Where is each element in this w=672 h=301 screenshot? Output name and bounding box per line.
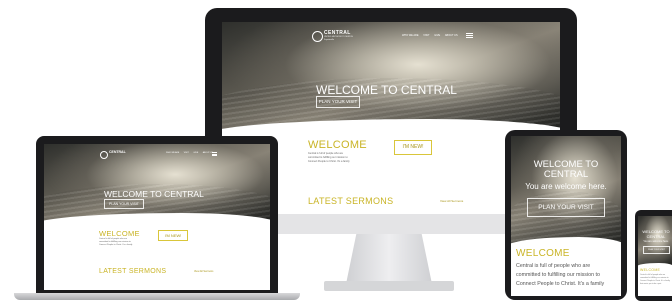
laptop-nav-item-who-we-are[interactable]: WHO WE ARE (166, 152, 179, 154)
welcome-heading: WELCOME (308, 139, 367, 151)
laptop-welcome-text-3: Connect People to Christ. It's a family (99, 244, 133, 246)
laptop-hero-title: WELCOME TO CENTRAL (104, 189, 204, 199)
nav-item-visit[interactable]: VISIT (423, 34, 429, 37)
laptop-logo-icon (100, 151, 108, 159)
desktop-brand-loc: Fayetteville (324, 39, 335, 41)
laptop-brand-name[interactable]: CENTRAL (109, 150, 126, 154)
nav-item-who-we-are[interactable]: WHO WE ARE (402, 34, 419, 37)
phone-hero-subtitle: You are welcome here. (643, 240, 669, 243)
im-new-button[interactable]: I'M NEW! (394, 140, 432, 155)
phone-welcome-text-3: Connect People to Christ. It's a family (640, 280, 670, 282)
phone-welcome-text-2: committed to fulfilling our mission to (640, 277, 669, 279)
laptop-latest-sermons-heading: LATEST SERMONS (99, 268, 167, 275)
desktop-brand-sub: UNITED METHODIST CHURCH (324, 36, 353, 38)
view-all-sermons-link[interactable]: View All Sermons (440, 199, 463, 203)
laptop-welcome-text-2: committed to fulfilling our mission to (99, 241, 131, 243)
laptop-screen: CENTRAL WHO WE ARE VISIT GIVE ABOUT US W… (44, 144, 270, 290)
welcome-text-2: committed to fulfilling our mission to (308, 156, 348, 159)
desktop-logo-icon (312, 31, 323, 42)
laptop-plan-visit-button[interactable]: PLAN YOUR VISIT (104, 199, 144, 209)
tablet-welcome-text-1: Central is full of people who are (516, 263, 591, 269)
desktop-nav: WHO WE ARE VISIT GIVE ABOUT US (398, 34, 458, 37)
latest-sermons-heading: LATEST SERMONS (308, 196, 394, 206)
phone-welcome-text-4: that wants you to be a part. (640, 283, 662, 285)
tablet-welcome-text-3: Connect People to Christ. It's a family (516, 281, 605, 287)
nav-item-about-us[interactable]: ABOUT US (445, 34, 458, 37)
laptop-im-new-button[interactable]: I'M NEW! (158, 230, 188, 241)
tablet-hero-title: WELCOME TO CENTRAL (533, 159, 599, 180)
welcome-text-1: Central is full of people who are (308, 152, 344, 155)
laptop-nav-item-give[interactable]: GIVE (193, 152, 198, 154)
laptop-welcome-heading: WELCOME (99, 229, 140, 238)
laptop-welcome-text-1: Central is full of people who are (99, 238, 128, 240)
phone-welcome-heading: WELCOME (640, 268, 661, 272)
hero-title: WELCOME TO CENTRAL (316, 83, 457, 97)
phone-welcome-text-1: Central is full of people who are (640, 274, 666, 276)
nav-item-give[interactable]: GIVE (434, 34, 440, 37)
tablet-welcome-text-2: committed to fulfilling our mission to (516, 272, 600, 278)
laptop-hero-image (44, 144, 270, 224)
tablet-hero-subtitle: You are welcome here. (525, 182, 607, 191)
tablet-hero-image (511, 136, 621, 246)
phone-hero-title: WELCOME TO CENTRAL (642, 229, 670, 239)
laptop-nav-item-visit[interactable]: VISIT (184, 152, 189, 154)
phone-plan-visit-button[interactable]: PLAN YOUR VISIT (643, 246, 670, 254)
hamburger-menu-icon[interactable] (466, 33, 473, 38)
desktop-hero-image (222, 22, 560, 134)
monitor-stand (346, 234, 432, 284)
monitor-foot (324, 281, 454, 291)
phone-screen: WELCOME TO CENTRAL You are welcome here.… (638, 216, 672, 296)
laptop-nav: WHO WE ARE VISIT GIVE ABOUT US (162, 152, 213, 154)
laptop-hamburger-menu-icon[interactable] (212, 152, 217, 156)
welcome-text-3: Connect People to Christ. It's a family (308, 160, 350, 163)
tablet-screen: WELCOME TO CENTRAL You are welcome here.… (511, 136, 621, 296)
tablet-welcome-heading: WELCOME (516, 248, 570, 259)
plan-visit-button[interactable]: PLAN YOUR VISIT (316, 96, 360, 108)
tablet-plan-visit-button[interactable]: PLAN YOUR VISIT (527, 198, 605, 217)
laptop-base (14, 293, 300, 300)
laptop-view-all-sermons-link[interactable]: View All Sermons (194, 270, 213, 273)
